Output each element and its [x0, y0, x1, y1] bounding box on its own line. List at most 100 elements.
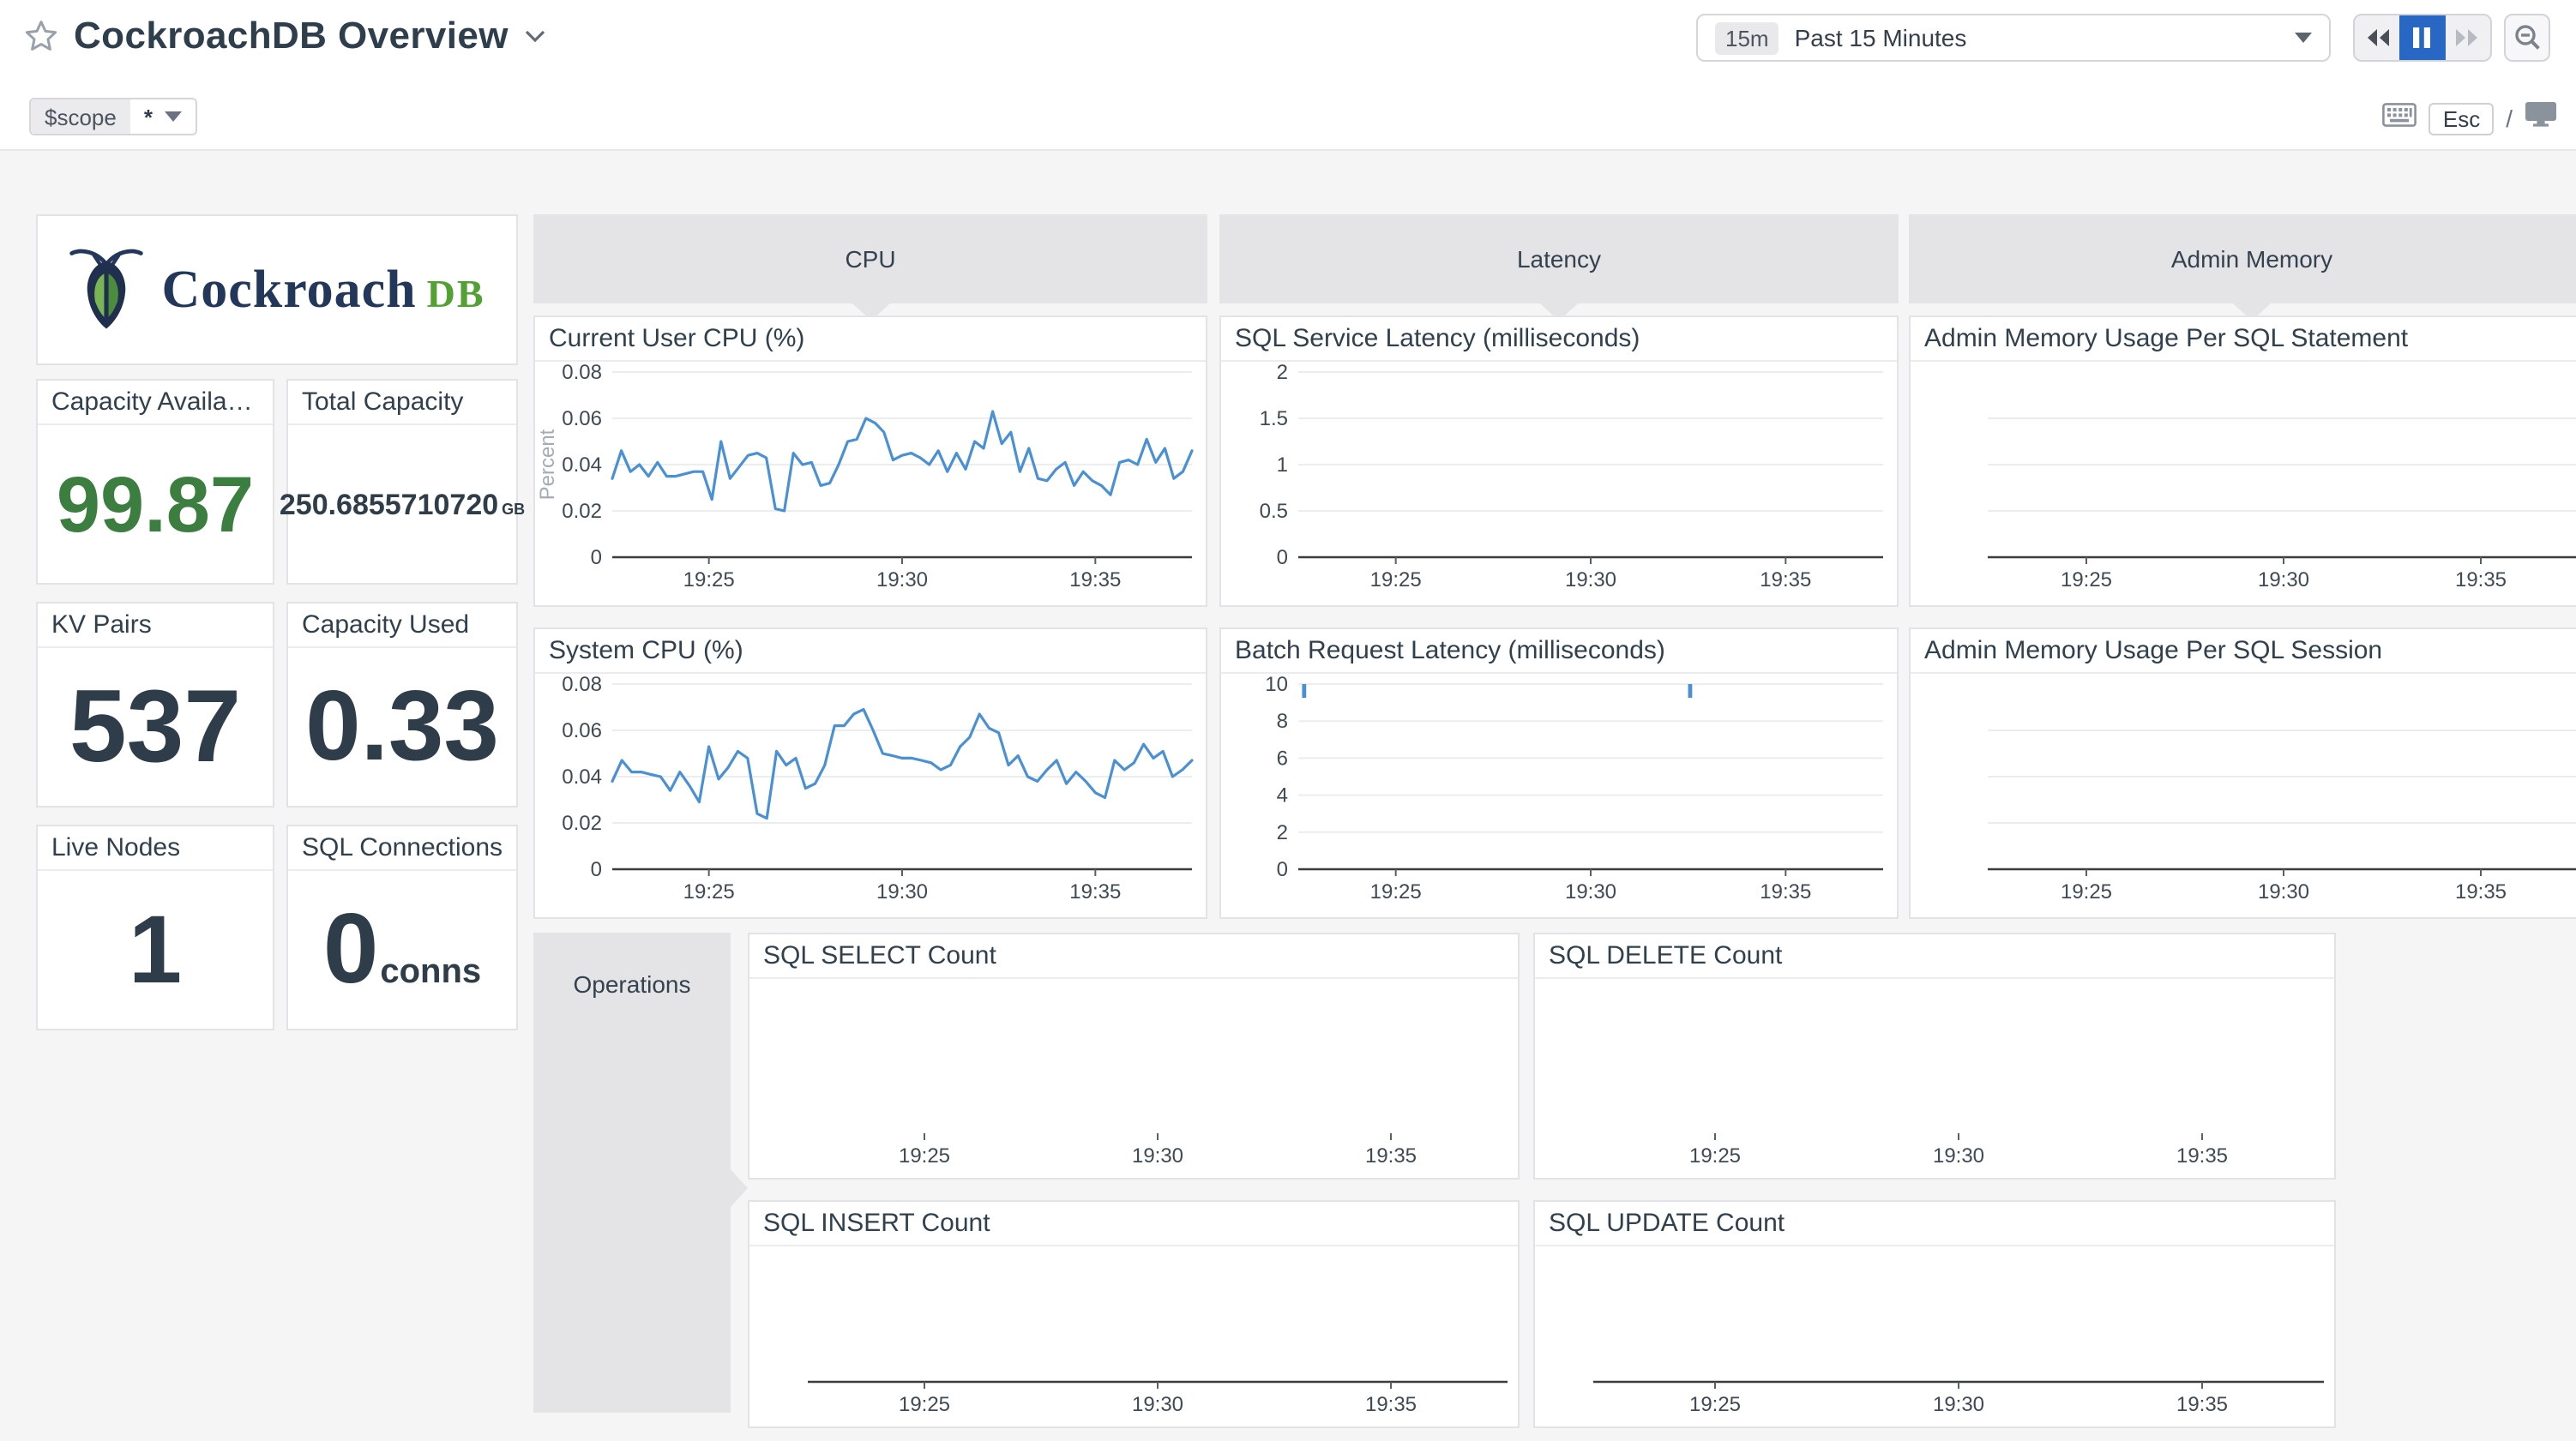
- svg-text:19:35: 19:35: [1760, 880, 1811, 904]
- svg-text:19:25: 19:25: [2061, 880, 2112, 904]
- svg-text:0: 0: [1277, 546, 1288, 569]
- svg-text:0.08: 0.08: [562, 674, 602, 696]
- svg-text:19:25: 19:25: [2061, 568, 2112, 591]
- chart-plot: 19:2519:3019:35: [1535, 1246, 2334, 1426]
- widget-title: KV Pairs: [38, 603, 273, 648]
- svg-text:4: 4: [1277, 784, 1288, 808]
- svg-text:19:30: 19:30: [2258, 880, 2309, 904]
- svg-text:0: 0: [591, 858, 602, 881]
- svg-text:19:35: 19:35: [1069, 568, 1121, 591]
- chart-plot: 00.020.040.060.0819:2519:3019:35: [535, 674, 1206, 917]
- widget-kv-pairs[interactable]: KV Pairs 537: [36, 602, 274, 808]
- group-header-operations[interactable]: Operations: [533, 933, 731, 1413]
- forward-button[interactable]: [2445, 15, 2490, 60]
- svg-text:0.06: 0.06: [562, 407, 602, 430]
- chart-batch-request-latency[interactable]: Batch Request Latency (milliseconds) 024…: [1219, 627, 1899, 919]
- esc-key-hint[interactable]: Esc: [2429, 102, 2494, 135]
- svg-text:2: 2: [1277, 821, 1288, 844]
- chart-title: Admin Memory Usage Per SQL Session: [1911, 629, 2576, 674]
- template-variable-name: $scope: [31, 99, 130, 134]
- svg-text:19:35: 19:35: [2176, 1144, 2228, 1168]
- title-chevron-down-icon[interactable]: [524, 27, 548, 45]
- template-variable-caret-icon: [165, 111, 182, 122]
- chart-sql-service-latency[interactable]: SQL Service Latency (milliseconds) 00.51…: [1219, 315, 1899, 607]
- widget-capacity-used[interactable]: Capacity Used 0.33: [286, 602, 518, 808]
- group-header-admin-memory[interactable]: Admin Memory: [1909, 214, 2576, 303]
- template-variable-value[interactable]: *: [130, 99, 196, 134]
- widget-capacity-available[interactable]: Capacity Available... 99.87: [36, 379, 274, 585]
- time-range-label: Past 15 Minutes: [1795, 24, 2279, 51]
- chart-sql-update-count[interactable]: SQL UPDATE Count 19:2519:3019:35: [1533, 1200, 2336, 1428]
- widget-title: Capacity Used: [288, 603, 516, 648]
- favorite-star-icon[interactable]: [24, 19, 58, 53]
- svg-text:19:25: 19:25: [1370, 880, 1422, 904]
- svg-text:1: 1: [1277, 453, 1288, 477]
- chart-admin-memory-per-session[interactable]: Admin Memory Usage Per SQL Session 19:25…: [1909, 627, 2576, 919]
- svg-text:19:35: 19:35: [1760, 568, 1811, 591]
- chart-title: SQL INSERT Count: [749, 1202, 1518, 1246]
- widget-unit: GB: [502, 500, 525, 517]
- svg-text:19:30: 19:30: [876, 568, 928, 591]
- widget-title: SQL Connections: [288, 826, 516, 871]
- chart-plot: 19:25 19:30 19:35: [1535, 979, 2334, 1178]
- widget-total-capacity[interactable]: Total Capacity 250.6855710720GB: [286, 379, 518, 585]
- template-variable-scope[interactable]: $scope *: [29, 98, 197, 135]
- logo-db-suffix: DB: [427, 273, 485, 315]
- svg-text:2: 2: [1277, 362, 1288, 384]
- zoom-out-button[interactable]: [2504, 14, 2550, 62]
- svg-text:0: 0: [591, 546, 602, 569]
- rewind-button[interactable]: [2355, 15, 2400, 60]
- chart-title: Batch Request Latency (milliseconds): [1221, 629, 1897, 674]
- svg-text:19:25: 19:25: [899, 1393, 950, 1416]
- widget-value: 1: [129, 902, 182, 998]
- svg-text:0.02: 0.02: [562, 500, 602, 523]
- dashboard-page: CockroachDB Overview 15m Past 15 Minutes: [0, 0, 2576, 1441]
- cockroachdb-logo-icon: [69, 241, 144, 339]
- widget-value: 0.33: [305, 677, 499, 777]
- svg-text:19:30: 19:30: [876, 880, 928, 904]
- chart-admin-memory-per-statement[interactable]: Admin Memory Usage Per SQL Statement 19:…: [1909, 315, 2576, 607]
- svg-text:0.04: 0.04: [562, 453, 602, 477]
- svg-text:19:35: 19:35: [1365, 1393, 1417, 1416]
- fullscreen-monitor-icon[interactable]: [2525, 101, 2557, 135]
- widget-value: 537: [69, 675, 241, 778]
- chart-sql-select-count[interactable]: SQL SELECT Count 19:2519:3019:35: [748, 933, 1520, 1180]
- svg-text:19:30: 19:30: [1565, 880, 1616, 904]
- svg-text:19:25: 19:25: [683, 880, 735, 904]
- group-pointer: [731, 1169, 748, 1207]
- svg-text:0.04: 0.04: [562, 766, 602, 789]
- widget-title: Capacity Available...: [38, 381, 273, 425]
- widget-live-nodes[interactable]: Live Nodes 1: [36, 825, 274, 1030]
- svg-text:19:25: 19:25: [683, 568, 735, 591]
- widget-sql-connections[interactable]: SQL Connections 0conns: [286, 825, 518, 1030]
- chart-sql-delete-count[interactable]: SQL DELETE Count 19:2519:3019:35: [1533, 933, 2336, 1180]
- chart-plot: 19:25 19:30 19:35: [1911, 362, 2576, 605]
- svg-text:19:25: 19:25: [1689, 1144, 1741, 1168]
- keyboard-icon: [2383, 102, 2417, 135]
- time-range-selector[interactable]: 15m Past 15 Minutes: [1696, 14, 2331, 62]
- chart-current-user-cpu[interactable]: Current User CPU (%) 00.020.040.060.0819…: [533, 315, 1207, 607]
- svg-text:19:30: 19:30: [1933, 1144, 1984, 1168]
- group-label: Operations: [574, 970, 691, 998]
- widget-unit: conns: [380, 953, 481, 991]
- top-bar: CockroachDB Overview 15m Past 15 Minutes: [0, 0, 2576, 151]
- chart-system-cpu[interactable]: System CPU (%) 00.020.040.060.0819:2519:…: [533, 627, 1207, 919]
- widget-title: Total Capacity: [288, 381, 516, 425]
- svg-text:19:35: 19:35: [2455, 880, 2507, 904]
- svg-text:19:25: 19:25: [1370, 568, 1422, 591]
- svg-text:19:30: 19:30: [2258, 568, 2309, 591]
- svg-text:0.06: 0.06: [562, 719, 602, 742]
- svg-text:19:25: 19:25: [1689, 1393, 1741, 1416]
- group-header-cpu[interactable]: CPU: [533, 214, 1207, 303]
- svg-text:19:30: 19:30: [1132, 1144, 1183, 1168]
- group-header-latency[interactable]: Latency: [1219, 214, 1899, 303]
- widget-value: 0: [323, 893, 379, 1005]
- svg-text:19:35: 19:35: [2455, 568, 2507, 591]
- group-label: Latency: [1517, 245, 1601, 273]
- chart-sql-insert-count[interactable]: SQL INSERT Count 19:2519:3019:35: [748, 1200, 1520, 1428]
- pause-button[interactable]: [2400, 15, 2446, 60]
- svg-text:Percent: Percent: [536, 429, 559, 500]
- chart-plot: 00.511.5219:2519:3019:35: [1221, 362, 1897, 605]
- cockroachdb-logo-card[interactable]: CockroachDB: [36, 214, 518, 365]
- svg-text:19:35: 19:35: [2176, 1393, 2228, 1416]
